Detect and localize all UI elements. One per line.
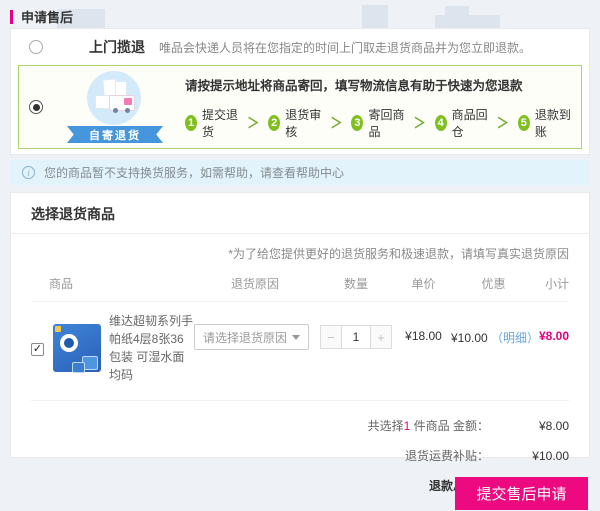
chevron-down-icon <box>292 335 300 340</box>
step-send-back: 3 寄回商品 <box>351 106 404 140</box>
select-return-goods-card: 选择退货商品 *为了给您提供更好的退货服务和极速退款，请填写真实退货原因 商品 … <box>10 192 590 458</box>
product-row: ✓ 维达超韧系列手帕纸4层8张36包装 可湿水面 均码 请选择退货原因 − 1 <box>31 302 569 401</box>
radio-self-send-return[interactable] <box>29 100 43 114</box>
product-image-corner <box>55 326 61 332</box>
header-qty: 数量 <box>316 275 396 292</box>
step-number-badge: 4 <box>435 115 447 131</box>
return-method-card: 上门揽退 唯品会快递人员将在您指定的时间上门取走退货商品并为您立即退款。 自 <box>10 28 590 155</box>
step-arrow-icon: ＞ <box>497 112 509 132</box>
return-reason-select[interactable]: 请选择退货原因 <box>194 324 309 350</box>
selected-amount-row: 共选择1 件商品 金额： ¥8.00 <box>31 417 569 434</box>
section-title: 选择退货商品 <box>11 193 589 234</box>
badge-ribbon: 自寄退货 <box>67 126 163 143</box>
truck-wheel <box>113 108 118 113</box>
header-product: 商品 <box>31 275 194 292</box>
step-number-badge: 2 <box>268 115 280 131</box>
qty-minus-button[interactable]: − <box>320 325 342 349</box>
header-unit-price: 单价 <box>396 275 451 292</box>
step-arrow-icon: ＞ <box>414 112 426 132</box>
page-title-text: 申请售后 <box>21 7 73 26</box>
header-subtotal: 小计 <box>536 275 569 292</box>
background-building-shape <box>445 6 469 15</box>
product-image <box>53 324 101 372</box>
reason-cell: 请选择退货原因 <box>194 312 316 350</box>
title-accent-bar <box>10 10 13 24</box>
option-pickup-return[interactable]: 上门揽退 唯品会快递人员将在您指定的时间上门取走退货商品并为您立即退款。 <box>11 29 589 65</box>
reason-placeholder: 请选择退货原因 <box>203 329 287 346</box>
table-header-row: 商品 退货原因 数量 单价 优惠 小计 <box>31 262 569 302</box>
quantity-stepper: − 1 + <box>316 325 396 349</box>
self-send-desc: 请按提示地址将商品寄回，填写物流信息有助于快速为您退款 <box>185 75 571 94</box>
background-building-shape <box>362 5 388 28</box>
subtotal-value: ¥8.00 <box>536 329 569 343</box>
page-title: 申请售后 <box>10 7 73 26</box>
product-cell: ✓ 维达超韧系列手帕纸4层8张36包装 可湿水面 均码 <box>31 312 194 384</box>
header-discount: 优惠 <box>451 275 536 292</box>
option-pickup-label: 上门揽退 <box>89 37 145 57</box>
discount-cell: ¥10.00 （明细） <box>451 329 536 346</box>
step-arrow-icon: ＞ <box>330 112 342 132</box>
return-steps: 1 提交退货 ＞ 2 退货审核 ＞ 3 寄回商品 ＞ 4 <box>185 106 571 140</box>
option-pickup-desc: 唯品会快递人员将在您指定的时间上门取走退货商品并为您立即退款。 <box>159 39 531 56</box>
product-brand-logo <box>60 334 78 352</box>
shipping-subsidy-label: 退货运费补贴： <box>405 447 489 464</box>
unit-price-value: ¥18.00 <box>396 329 451 343</box>
step-return-review: 2 退货审核 <box>268 106 321 140</box>
notice-text[interactable]: 您的商品暂不支持换货服务，如需帮助，请查看帮助中心 <box>44 164 344 181</box>
background-building-shape <box>435 15 500 28</box>
submit-aftersales-button[interactable]: 提交售后申请 <box>455 477 588 510</box>
product-checkbox[interactable]: ✓ <box>31 343 44 356</box>
option-self-send-return[interactable]: 自寄退货 请按提示地址将商品寄回，填写物流信息有助于快速为您退款 1 提交退货 … <box>18 65 582 149</box>
step-number-badge: 3 <box>351 115 363 131</box>
truck-window <box>124 98 132 105</box>
selected-amount-value: ¥8.00 <box>489 419 569 433</box>
header-reason: 退货原因 <box>194 275 316 292</box>
step-submit-return: 1 提交退货 <box>185 106 238 140</box>
shipping-subsidy-value: ¥10.00 <box>489 449 569 463</box>
discount-detail-link[interactable]: （明细） <box>491 331 539 345</box>
truck-wheel <box>125 108 130 113</box>
info-icon: i <box>22 166 35 179</box>
step-arrow-icon: ＞ <box>247 112 259 132</box>
radio-pickup-return[interactable] <box>29 40 43 54</box>
reason-hint-note: *为了给您提供更好的退货服务和极速退款，请填写真实退货原因 <box>11 234 589 262</box>
step-number-badge: 1 <box>185 115 197 131</box>
exchange-notice-bar: i 您的商品暂不支持换货服务，如需帮助，请查看帮助中心 <box>10 160 590 185</box>
return-application-page: 申请售后 上门揽退 唯品会快递人员将在您指定的时间上门取走退货商品并为您立即退款… <box>0 0 600 511</box>
badge-ribbon-label: 自寄退货 <box>89 127 141 143</box>
self-send-badge-icon: 自寄退货 <box>65 69 165 145</box>
step-goods-to-warehouse: 4 商品回仓 <box>435 106 488 140</box>
qty-value[interactable]: 1 <box>342 325 370 349</box>
step-number-badge: 5 <box>518 115 530 131</box>
shipping-subsidy-row: 退货运费补贴： ¥10.00 <box>31 447 569 464</box>
self-send-content: 请按提示地址将商品寄回，填写物流信息有助于快速为您退款 1 提交退货 ＞ 2 退… <box>185 75 571 140</box>
step-refund-arrives: 5 退款到账 <box>518 106 571 140</box>
discount-value: ¥10.00 <box>451 331 488 345</box>
tissue-pack <box>72 362 85 373</box>
truck-icon <box>109 95 135 111</box>
selected-amount-label: 共选择1 件商品 金额： <box>368 417 489 434</box>
badge-circle <box>87 71 141 125</box>
qty-plus-button[interactable]: + <box>370 325 392 349</box>
product-name[interactable]: 维达超韧系列手帕纸4层8张36包装 可湿水面 均码 <box>109 312 194 384</box>
